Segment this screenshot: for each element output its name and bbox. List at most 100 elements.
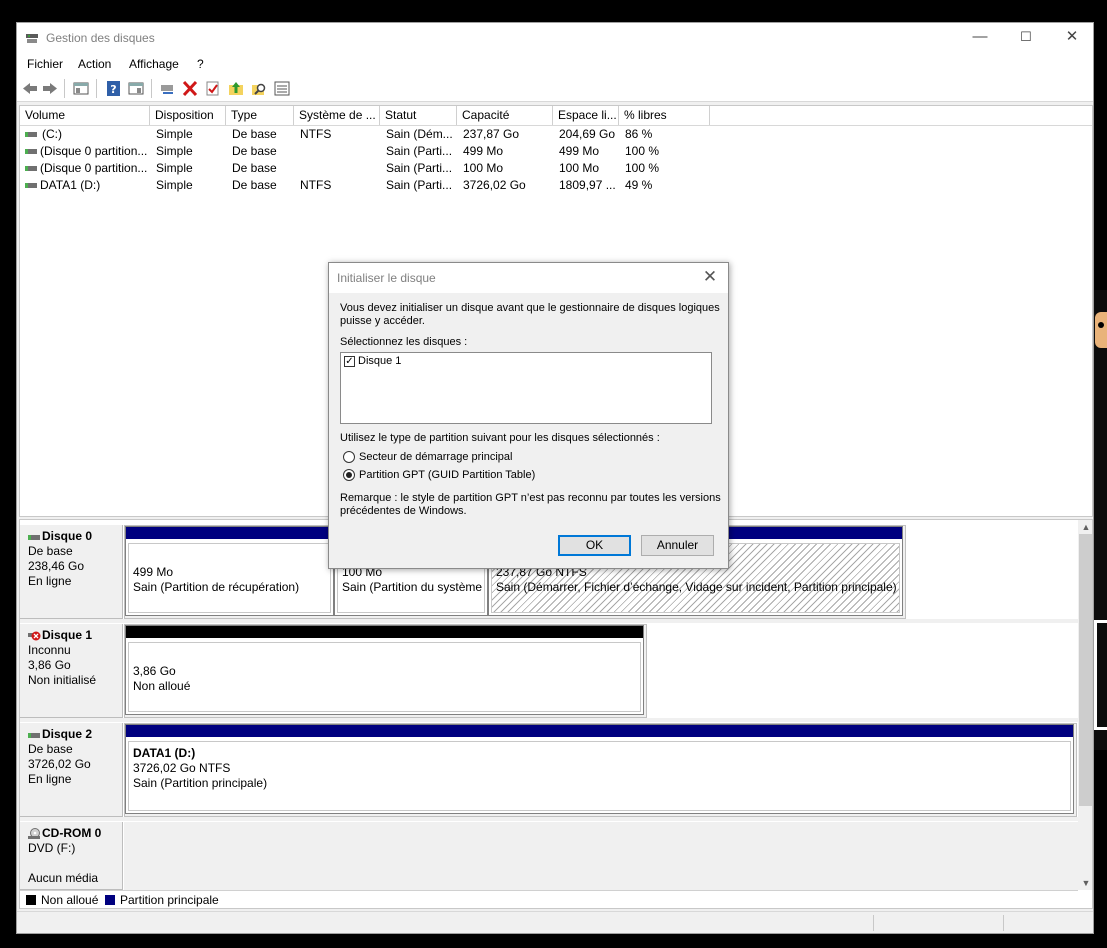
check-icon[interactable] bbox=[204, 80, 222, 97]
volume-percent-free: 86 % bbox=[625, 127, 653, 141]
volume-filesystem: NTFS bbox=[300, 127, 332, 141]
column-disposition[interactable]: Disposition bbox=[150, 106, 226, 125]
forward-arrow-icon[interactable] bbox=[41, 80, 59, 97]
column-type[interactable]: Type bbox=[226, 106, 294, 125]
column-status[interactable]: Statut bbox=[380, 106, 457, 125]
partition-data1[interactable]: DATA1 (D:) 3726,02 Go NTFS Sain (Partiti… bbox=[125, 724, 1074, 814]
scroll-up-icon[interactable]: ▲ bbox=[1078, 520, 1092, 534]
status-segment bbox=[1003, 915, 1004, 931]
volume-row[interactable]: (Disque 0 partition... Simple De base Sa… bbox=[20, 160, 1092, 177]
menu-help[interactable]: ? bbox=[197, 57, 204, 71]
volume-status: Sain (Parti... bbox=[386, 144, 453, 158]
partition-bar bbox=[126, 626, 643, 638]
partition-bar bbox=[126, 725, 1073, 737]
cdrom-0-label[interactable]: CD-ROM 0 DVD (F:) Aucun média bbox=[20, 822, 123, 890]
volume-status: Sain (Parti... bbox=[386, 178, 453, 192]
menu-affichage[interactable]: Affichage bbox=[129, 57, 179, 71]
disk-1-label[interactable]: Disque 1 Inconnu 3,86 Go Non initialisé bbox=[20, 624, 123, 718]
disk-0-label[interactable]: Disque 0 De base 238,46 Go En ligne bbox=[20, 525, 123, 619]
properties-pane-icon[interactable] bbox=[72, 80, 90, 97]
column-capacity[interactable]: Capacité bbox=[457, 106, 553, 125]
minimize-button[interactable]: — bbox=[957, 23, 1003, 53]
vertical-scrollbar[interactable]: ▲ ▼ bbox=[1078, 520, 1092, 890]
legend-primary-label: Partition principale bbox=[120, 893, 219, 907]
column-volume[interactable]: Volume bbox=[20, 106, 150, 125]
partition-style-label: Utilisez le type de partition suivant po… bbox=[340, 432, 660, 444]
disk-name: Disque 2 bbox=[42, 727, 93, 741]
disk-state: En ligne bbox=[28, 772, 72, 786]
details-icon[interactable] bbox=[273, 80, 291, 97]
disk-0-name-row: Disque 0 bbox=[28, 529, 122, 544]
desktop-background bbox=[1092, 290, 1107, 750]
status-segment bbox=[873, 915, 874, 931]
disk-graphical-view: Disque 0 De base 238,46 Go En ligne 499 … bbox=[19, 519, 1093, 909]
maximize-button[interactable]: ☐ bbox=[1003, 23, 1049, 53]
connect-icon[interactable] bbox=[159, 80, 177, 97]
up-folder-icon[interactable] bbox=[227, 80, 245, 97]
volume-row[interactable]: (C:) Simple De base NTFS Sain (Dém... 23… bbox=[20, 126, 1092, 143]
volume-layout: Simple bbox=[156, 161, 193, 175]
volume-free-space: 499 Mo bbox=[559, 144, 600, 158]
partition-title: DATA1 (D:) bbox=[133, 746, 196, 760]
menu-action[interactable]: Action bbox=[78, 57, 111, 71]
dialog-close-icon[interactable]: ✕ bbox=[700, 267, 720, 287]
gpt-radio-label[interactable]: Partition GPT (GUID Partition Table) bbox=[359, 469, 535, 482]
volume-name: (Disque 0 partition... bbox=[40, 144, 148, 158]
disk-size: 3726,02 Go bbox=[28, 757, 91, 771]
back-arrow-icon[interactable] bbox=[21, 80, 39, 97]
volume-list-header: Volume Disposition Type Système de ... S… bbox=[20, 106, 1092, 126]
cdrom-icon bbox=[28, 827, 40, 839]
search-icon[interactable] bbox=[250, 80, 268, 97]
disk-2-label[interactable]: Disque 2 De base 3726,02 Go En ligne bbox=[20, 723, 123, 817]
disk-select-list[interactable]: ✓ Disque 1 bbox=[340, 352, 712, 424]
cdrom-0-area bbox=[124, 822, 1078, 890]
disk-list-item[interactable]: ✓ Disque 1 bbox=[341, 353, 711, 371]
delete-icon[interactable] bbox=[181, 80, 199, 97]
disk-name: Disque 0 bbox=[42, 529, 93, 543]
legend-unallocated-swatch bbox=[26, 895, 36, 905]
column-filesystem[interactable]: Système de ... bbox=[294, 106, 380, 125]
legend-unallocated-label: Non alloué bbox=[41, 893, 99, 907]
partition-status: Non alloué bbox=[133, 679, 191, 693]
dialog-note-line1: Remarque : le style de partition GPT n’e… bbox=[340, 492, 721, 504]
volume-type: De base bbox=[232, 127, 277, 141]
volume-capacity: 499 Mo bbox=[463, 144, 504, 158]
disk-type: DVD (F:) bbox=[28, 841, 76, 855]
disk-management-window: Gestion des disques — ☐ ✕ Fichier Action… bbox=[16, 22, 1094, 934]
legend: Non alloué Partition principale bbox=[20, 890, 1078, 908]
partition-size: 3,86 Go bbox=[133, 664, 176, 678]
volume-type: De base bbox=[232, 144, 277, 158]
partition-status: Sain (Partition de récupération) bbox=[133, 580, 300, 594]
disk-size: 3,86 Go bbox=[28, 658, 71, 672]
gpt-radio[interactable] bbox=[343, 469, 355, 481]
cancel-button[interactable]: Annuler bbox=[641, 535, 714, 556]
disk-type: De base bbox=[28, 742, 73, 756]
scroll-down-icon[interactable]: ▼ bbox=[1078, 876, 1092, 890]
status-bar bbox=[17, 911, 1093, 933]
column-free-space[interactable]: Espace li... bbox=[553, 106, 619, 125]
disk-type: Inconnu bbox=[28, 643, 71, 657]
volume-row[interactable]: DATA1 (D:) Simple De base NTFS Sain (Par… bbox=[20, 177, 1092, 194]
disk-2-name-row: Disque 2 bbox=[28, 727, 122, 742]
partition-unallocated[interactable]: 3,86 Go Non alloué bbox=[125, 625, 644, 715]
partition-recovery[interactable]: 499 Mo Sain (Partition de récupération) bbox=[125, 526, 334, 616]
mbr-radio-label[interactable]: Secteur de démarrage principal bbox=[359, 451, 512, 464]
volume-status: Sain (Dém... bbox=[386, 127, 453, 141]
menu-fichier[interactable]: Fichier bbox=[27, 57, 63, 71]
help-icon[interactable]: ? bbox=[105, 80, 123, 97]
volume-row[interactable]: (Disque 0 partition... Simple De base Sa… bbox=[20, 143, 1092, 160]
disk-1-name-row: Disque 1 bbox=[28, 628, 122, 643]
mbr-radio[interactable] bbox=[343, 451, 355, 463]
title-bar: Gestion des disques — ☐ ✕ bbox=[17, 23, 1093, 53]
console-tree-icon[interactable] bbox=[127, 80, 145, 97]
volume-percent-free: 100 % bbox=[625, 144, 660, 158]
scroll-thumb[interactable] bbox=[1079, 534, 1092, 806]
volume-capacity: 3726,02 Go bbox=[463, 178, 526, 192]
close-button[interactable]: ✕ bbox=[1049, 23, 1095, 53]
column-percent-free[interactable]: % libres bbox=[619, 106, 710, 125]
cdrom-name-row: CD-ROM 0 bbox=[28, 826, 122, 841]
ok-button[interactable]: OK bbox=[558, 535, 631, 556]
disk-1-checkbox[interactable]: ✓ bbox=[344, 356, 355, 367]
volume-icon bbox=[25, 132, 37, 137]
disk-row-separator bbox=[20, 817, 1078, 821]
